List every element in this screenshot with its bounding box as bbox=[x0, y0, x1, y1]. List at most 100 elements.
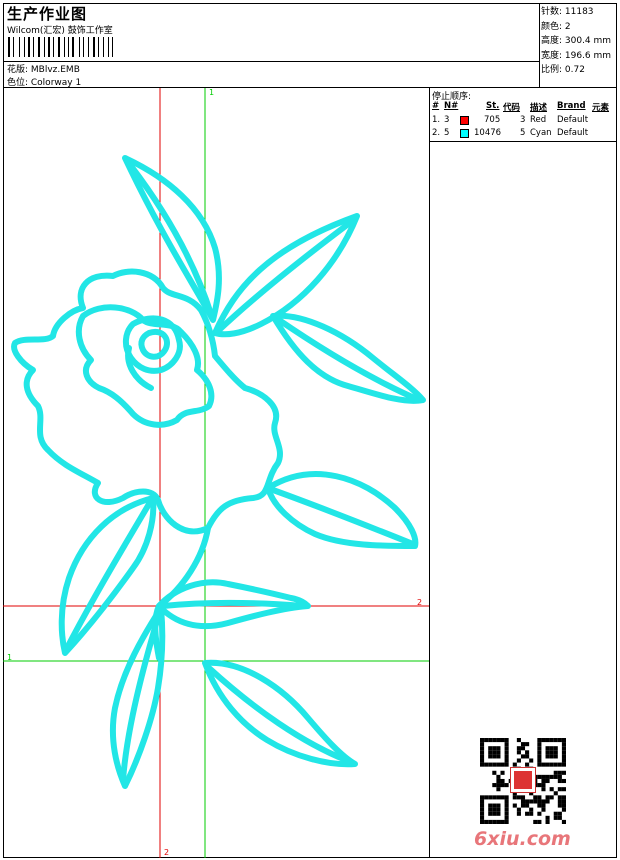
row-stitches: 10476 bbox=[474, 128, 502, 138]
row-n: 3 bbox=[444, 115, 450, 125]
qr-module bbox=[488, 762, 493, 767]
qr-module bbox=[496, 754, 501, 759]
qr-module bbox=[525, 754, 530, 759]
qr-module bbox=[484, 738, 489, 743]
rose-embroidery bbox=[11, 155, 426, 789]
qr-module bbox=[545, 762, 550, 767]
qr-module bbox=[549, 750, 554, 755]
qr-module bbox=[520, 803, 526, 808]
barcode-bar bbox=[87, 37, 90, 57]
header-desc: 描述 bbox=[530, 103, 548, 113]
barcode-bar bbox=[33, 37, 34, 57]
barcode-bar bbox=[86, 37, 87, 57]
barcode-bar bbox=[12, 37, 13, 57]
qr-module bbox=[545, 746, 550, 751]
qr-module bbox=[492, 754, 497, 759]
qr-module bbox=[488, 738, 493, 743]
qr-module bbox=[533, 795, 538, 800]
qr-module bbox=[488, 750, 493, 755]
header-code: 代码 bbox=[503, 103, 521, 113]
barcode-bar bbox=[51, 37, 53, 57]
barcode-bar bbox=[56, 37, 57, 57]
qr-module bbox=[488, 746, 493, 751]
barcode-bar bbox=[81, 37, 83, 57]
barcode-bar bbox=[112, 37, 113, 57]
qr-module bbox=[553, 774, 558, 779]
qr-module bbox=[537, 795, 542, 800]
qr-module bbox=[480, 795, 485, 800]
qr-module bbox=[545, 778, 550, 784]
qr-module bbox=[525, 750, 530, 755]
design-canvas bbox=[3, 88, 429, 858]
qr-module bbox=[553, 770, 558, 775]
table-bottom-divider bbox=[429, 141, 617, 142]
qr-module bbox=[516, 807, 521, 812]
qr-module bbox=[537, 742, 542, 747]
qr-module bbox=[488, 811, 493, 816]
qr-module bbox=[561, 742, 566, 747]
qr-module bbox=[496, 787, 501, 792]
barcode-bar bbox=[31, 37, 32, 57]
qr-module bbox=[525, 803, 530, 808]
stitch-count: 针数: 11183 bbox=[541, 7, 594, 17]
qr-module bbox=[561, 746, 566, 751]
qr-module bbox=[488, 807, 493, 812]
qr-module bbox=[557, 778, 562, 784]
barcode-bar bbox=[45, 37, 46, 57]
qr-module bbox=[480, 799, 485, 804]
barcode-bar bbox=[103, 37, 104, 57]
barcode-bar bbox=[110, 37, 111, 57]
qr-module bbox=[484, 795, 489, 800]
qr-module bbox=[492, 803, 497, 808]
qr-module bbox=[492, 770, 497, 775]
qr-module bbox=[557, 811, 562, 816]
barcode-bar bbox=[105, 37, 106, 57]
barcode bbox=[8, 37, 118, 57]
qr-module bbox=[492, 738, 497, 743]
qr-module bbox=[561, 807, 566, 812]
row-n: 5 bbox=[444, 128, 450, 138]
qr-module bbox=[545, 819, 550, 824]
qr-module bbox=[537, 803, 542, 808]
barcode-bar bbox=[48, 37, 50, 57]
qr-module bbox=[496, 811, 501, 816]
qr-module bbox=[504, 742, 509, 747]
qr-module bbox=[516, 811, 521, 816]
watermark-text: 6xiu.com bbox=[474, 828, 571, 850]
qr-module bbox=[549, 795, 554, 800]
qr-module bbox=[545, 815, 550, 820]
qr-logo-icon bbox=[510, 767, 536, 793]
qr-module bbox=[492, 750, 497, 755]
qr-module bbox=[561, 803, 566, 808]
qr-module bbox=[553, 762, 558, 767]
barcode-bar bbox=[66, 37, 67, 57]
studio-name: Wilcom(汇宏) 鼓饰工作室 bbox=[7, 26, 113, 36]
page-title: 生产作业图 bbox=[7, 5, 88, 23]
barcode-bar bbox=[115, 37, 117, 57]
qr-module bbox=[537, 758, 542, 763]
barcode-bar bbox=[90, 37, 91, 57]
qr-module bbox=[480, 811, 485, 816]
qr-module bbox=[557, 803, 562, 808]
qr-module bbox=[537, 783, 542, 788]
qr-module bbox=[504, 754, 509, 759]
barcode-bar bbox=[67, 37, 69, 57]
qr-module bbox=[557, 774, 562, 779]
qr-module bbox=[553, 811, 558, 816]
qr-module bbox=[545, 799, 550, 804]
qr-module bbox=[504, 803, 509, 808]
qr-module bbox=[561, 819, 566, 824]
qr-module bbox=[504, 795, 509, 800]
qr-module bbox=[496, 807, 501, 812]
barcode-bar bbox=[79, 37, 80, 57]
qr-module bbox=[500, 819, 505, 824]
header-brand: Brand bbox=[557, 101, 586, 111]
qr-module bbox=[480, 803, 485, 808]
table-row: 2. 5 10476 5 Cyan Default bbox=[432, 128, 618, 140]
barcode-bar bbox=[43, 37, 45, 57]
qr-module bbox=[549, 738, 554, 743]
barcode-bar bbox=[42, 37, 43, 57]
row-brand: Default bbox=[557, 128, 589, 138]
qr-module bbox=[561, 799, 566, 804]
qr-module bbox=[557, 787, 562, 792]
